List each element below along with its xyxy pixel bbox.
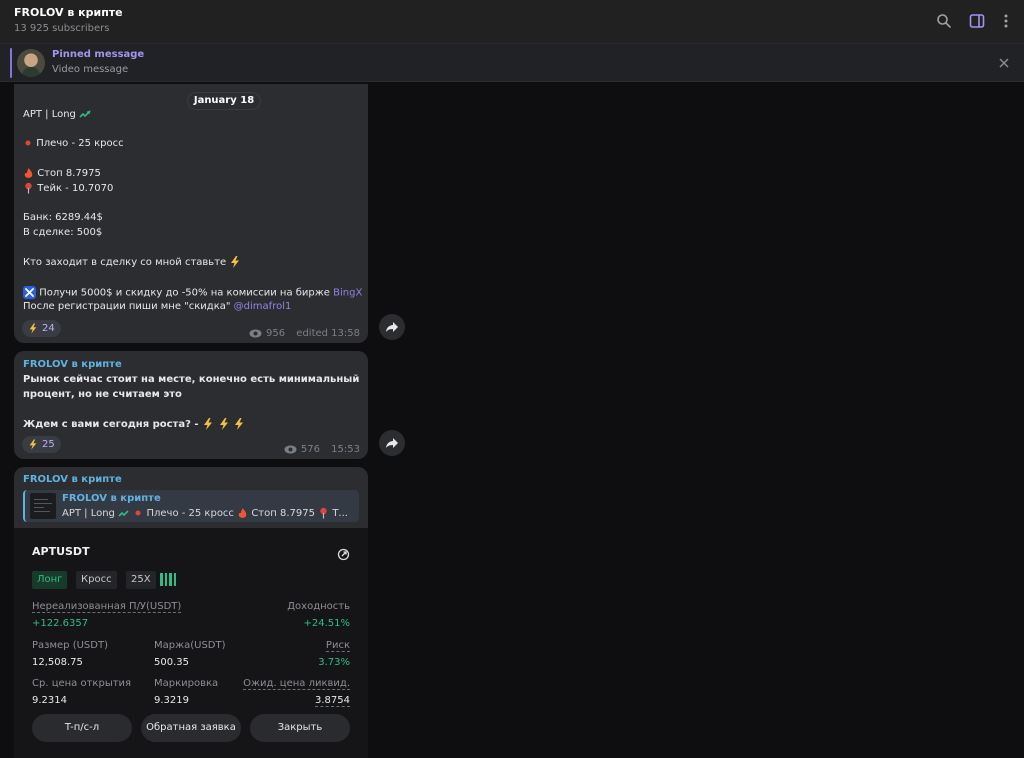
reply-quote[interactable]: FROLOV в крипте APT | Long Плечо - 25 кр…	[23, 490, 359, 522]
message-line: Получи 5000$ и скидку до -50% на комисси…	[23, 286, 362, 299]
views-eye-icon	[249, 329, 262, 338]
unrealized-pnl-label: Нереализованная П/У(USDT)	[32, 601, 182, 613]
liquidation-price-value: 3.8754	[315, 695, 350, 707]
entry-price-label: Ср. цена открытия	[32, 678, 132, 689]
pushpin-icon	[320, 507, 327, 519]
pinned-message-bar[interactable]: Pinned message Video message	[0, 44, 1024, 82]
close-position-button: Закрыть	[250, 714, 350, 742]
red-dot-icon	[25, 140, 31, 146]
trend-up-icon	[118, 509, 129, 517]
fire-icon	[238, 508, 247, 518]
unrealized-pnl-value: +122.6357	[32, 618, 89, 629]
lightning-icon	[219, 418, 228, 430]
chat-header: FROLOV в крипте 13 925 subscribers	[0, 0, 1024, 44]
trade-symbol: APTUSDT	[32, 545, 90, 558]
message-line: Рынок сейчас стоит на месте, конечно ест…	[23, 374, 360, 385]
bingx-link[interactable]: BingX	[333, 288, 362, 299]
message-line: процент, но не считаем это	[23, 389, 182, 400]
message-bubble[interactable]: FROLOV в крипте Рынок сейчас стоит на ме…	[14, 351, 368, 459]
message-line: Плечо - 25 кросс	[23, 138, 124, 149]
message-meta: 576 15:53	[284, 444, 360, 455]
bank-line: Банк: 6289.44$	[23, 212, 103, 223]
reply-thumbnail	[30, 493, 56, 519]
message-line: APT | Long	[23, 109, 91, 120]
leverage-tag: 25X	[126, 571, 156, 589]
pushpin-icon	[25, 182, 32, 194]
message-meta: 956 edited 13:58	[249, 328, 360, 339]
share-icon	[337, 546, 350, 561]
entry-price-value: 9.2314	[32, 695, 67, 706]
bingx-logo-icon	[23, 286, 36, 299]
username-link[interactable]: @dimafrol1	[234, 301, 292, 312]
lightning-icon	[29, 439, 37, 450]
forward-icon[interactable]	[379, 430, 405, 456]
pinned-label: Pinned message	[52, 49, 145, 60]
message-line: Тейк - 10.7070	[23, 182, 113, 194]
sender-name[interactable]: FROLOV в крипте	[23, 359, 122, 370]
lightning-icon	[29, 323, 37, 334]
trend-up-icon	[79, 109, 91, 118]
sidebar-toggle-icon[interactable]	[967, 11, 987, 31]
leverage-bars	[160, 573, 176, 586]
mark-price-value: 9.3219	[154, 695, 189, 706]
yield-value: +24.51%	[303, 618, 350, 629]
search-icon[interactable]	[934, 11, 954, 31]
lightning-icon	[234, 418, 243, 430]
sender-name[interactable]: FROLOV в крипте	[23, 474, 122, 485]
forward-icon[interactable]	[379, 314, 405, 340]
yield-label: Доходность	[287, 601, 350, 612]
subscriber-count: 13 925 subscribers	[14, 23, 110, 34]
risk-value: 3.73%	[318, 657, 350, 668]
in-deal-line: В сделке: 500$	[23, 227, 103, 238]
reverse-order-button: Обратная заявка	[141, 714, 241, 742]
reaction-chip[interactable]: 25	[22, 436, 61, 453]
tp-sl-button: T-п/с-л	[32, 714, 132, 742]
date-separator: January 18	[187, 92, 261, 110]
views-eye-icon	[284, 445, 297, 454]
pinned-indicator	[10, 48, 12, 78]
size-label: Размер (USDT)	[32, 640, 108, 651]
red-dot-icon	[135, 510, 141, 516]
liquidation-price-label: Ожид. цена ликвид.	[243, 678, 350, 690]
mark-price-label: Маркировка	[154, 678, 219, 689]
message-line: Кто заходит в сделку со мной ставьте	[23, 256, 241, 268]
message-bubble[interactable]: APT | Long Плечо - 25 кросс Стоп 8.7975 …	[14, 84, 368, 343]
risk-label: Риск	[325, 640, 350, 652]
margin-value: 500.35	[154, 657, 189, 668]
reaction-chip[interactable]: 24	[22, 320, 61, 337]
lightning-icon	[231, 256, 240, 268]
pinned-video-thumbnail	[17, 49, 45, 77]
lightning-icon	[204, 418, 213, 430]
message-line: После регистрации пиши мне "скидка" @dim…	[23, 301, 292, 312]
side-tag: Лонг	[32, 571, 68, 589]
more-menu-icon[interactable]	[996, 11, 1016, 31]
close-icon[interactable]	[996, 55, 1012, 71]
message-line: Ждем с вами сегодня роста? -	[23, 418, 245, 430]
trade-screenshot-image[interactable]: APTUSDT Лонг Кросс 25X Нереализованная П…	[14, 528, 368, 758]
margin-mode-tag: Кросс	[76, 571, 117, 589]
pinned-text: Video message	[52, 64, 129, 75]
size-value: 12,508.75	[32, 657, 83, 668]
message-line: Стоп 8.7975	[23, 167, 101, 179]
fire-icon	[24, 168, 33, 178]
reply-sender: FROLOV в крипте	[62, 493, 161, 504]
margin-label: Маржа(USDT)	[154, 640, 226, 651]
channel-title[interactable]: FROLOV в крипте	[14, 6, 123, 19]
reply-text: APT | Long Плечо - 25 кросс Стоп 8.7975 …	[62, 507, 348, 519]
